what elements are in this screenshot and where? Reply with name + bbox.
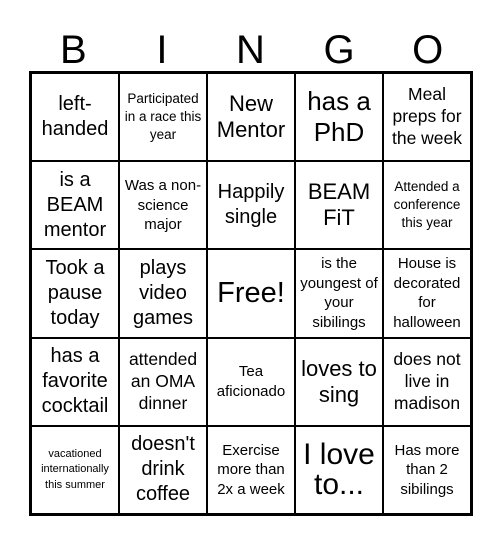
- cell-text: Meal preps for the week: [391, 84, 463, 149]
- cell-text: Tea aficionado: [216, 363, 286, 400]
- cell-text: is a BEAM mentor: [43, 168, 107, 241]
- bingo-cell[interactable]: Happily single: [207, 161, 295, 250]
- header-letter-i: I: [156, 28, 168, 72]
- bingo-cell[interactable]: loves to sing: [295, 337, 383, 426]
- header-letter-o: O: [412, 28, 444, 72]
- bingo-cell[interactable]: plays video games: [119, 249, 207, 338]
- cell-text: BEAM FiT: [307, 179, 371, 231]
- cell-text: has a favorite cocktail: [41, 345, 109, 418]
- bingo-board: left-handed Participated in a race this …: [29, 71, 473, 516]
- bingo-cell[interactable]: is the youngest of your sibilings: [295, 249, 383, 338]
- cell-text: Has more than 2 sibilings: [394, 441, 460, 498]
- bingo-cell[interactable]: left-handed: [31, 73, 119, 162]
- header-letter-n: N: [236, 28, 265, 72]
- bingo-cell[interactable]: Meal preps for the week: [383, 73, 471, 162]
- bingo-cell[interactable]: does not live in madison: [383, 337, 471, 426]
- free-space-cell[interactable]: Free!: [207, 249, 295, 338]
- header-letter-b: B: [59, 28, 87, 72]
- cell-text: New Mentor: [216, 91, 286, 143]
- bingo-cell[interactable]: Attended a conference this year: [383, 161, 471, 250]
- cell-text: doesn't drink coffee: [131, 433, 195, 506]
- bingo-cell[interactable]: House is decorated for halloween: [383, 249, 471, 338]
- bingo-cell[interactable]: I love to...: [295, 425, 383, 514]
- cell-text: left-handed: [41, 93, 109, 141]
- cell-text: Participated in a race this year: [124, 90, 202, 143]
- cell-text: does not live in madison: [393, 348, 461, 413]
- bingo-cell[interactable]: New Mentor: [207, 73, 295, 162]
- bingo-cell[interactable]: Tea aficionado: [207, 337, 295, 426]
- bingo-cell[interactable]: doesn't drink coffee: [119, 425, 207, 514]
- bingo-cell[interactable]: Has more than 2 sibilings: [383, 425, 471, 514]
- bingo-cell[interactable]: is a BEAM mentor: [31, 161, 119, 250]
- bingo-cell[interactable]: Exercise more than 2x a week: [207, 425, 295, 514]
- cell-text: House is decorated for halloween: [393, 255, 461, 331]
- cell-text: is the youngest of your sibilings: [300, 255, 378, 331]
- cell-text: Free!: [217, 276, 285, 309]
- cell-text: plays video games: [132, 256, 194, 329]
- bingo-cell[interactable]: Was a non-science major: [119, 161, 207, 250]
- bingo-header: B I N G O: [29, 28, 472, 72]
- bingo-cell[interactable]: attended an OMA dinner: [119, 337, 207, 426]
- cell-text: Attended a conference this year: [393, 178, 461, 231]
- cell-text: I love to...: [303, 437, 375, 501]
- bingo-cell[interactable]: has a PhD: [295, 73, 383, 162]
- header-letter-g: G: [323, 28, 355, 72]
- cell-text: Was a non-science major: [124, 177, 202, 234]
- cell-text: Exercise more than 2x a week: [217, 441, 285, 498]
- cell-text: Happily single: [217, 181, 285, 229]
- cell-text: has a PhD: [307, 86, 371, 148]
- cell-text: vacationed internationally this summer: [41, 447, 109, 491]
- bingo-cell[interactable]: vacationed internationally this summer: [31, 425, 119, 514]
- bingo-cell[interactable]: has a favorite cocktail: [31, 337, 119, 426]
- cell-text: attended an OMA dinner: [128, 348, 198, 413]
- bingo-cell[interactable]: BEAM FiT: [295, 161, 383, 250]
- cell-text: loves to sing: [301, 355, 377, 407]
- bingo-cell[interactable]: Took a pause today: [31, 249, 119, 338]
- bingo-cell[interactable]: Participated in a race this year: [119, 73, 207, 162]
- cell-text: Took a pause today: [45, 256, 105, 329]
